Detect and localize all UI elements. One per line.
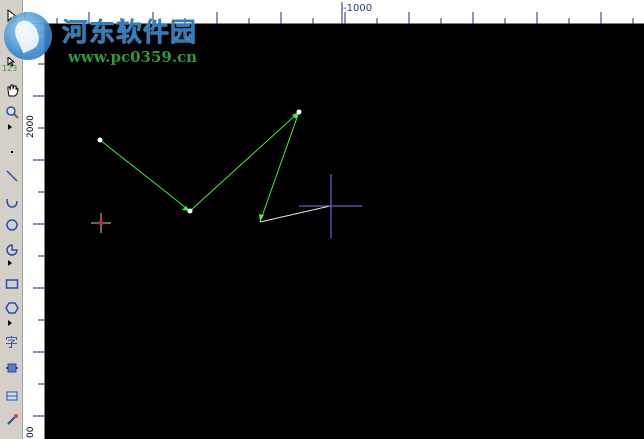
polyline-segment-1[interactable]: [99, 139, 191, 212]
polyline-arc-icon[interactable]: [2, 192, 21, 211]
text-icon[interactable]: 字: [2, 334, 21, 353]
vertex-2[interactable]: [187, 208, 193, 214]
cursor-crosshair-icon: [299, 174, 362, 238]
line-icon[interactable]: [2, 166, 21, 185]
vertical-ruler: 2000 00: [23, 24, 45, 439]
vertex-3[interactable]: [296, 109, 302, 115]
h-ruler-label: -1000: [343, 3, 373, 14]
component-block-icon[interactable]: [2, 358, 21, 377]
arc-pie-icon[interactable]: [2, 240, 21, 259]
select-arrow-icon[interactable]: [2, 6, 21, 25]
tool-palette: 123 字: [0, 0, 23, 439]
layers-icon[interactable]: [2, 386, 21, 405]
pan-hand-icon[interactable]: [2, 80, 21, 99]
circle-icon[interactable]: [2, 215, 21, 234]
polyline-segment-3[interactable]: [259, 111, 300, 223]
v-ruler-label-top: 2000: [26, 115, 36, 138]
polyline[interactable]: [99, 111, 300, 223]
polyline-segment-2[interactable]: [189, 111, 300, 212]
drawing-canvas[interactable]: [45, 24, 644, 439]
polygon-hexagon-icon[interactable]: [2, 298, 21, 317]
rectangle-icon[interactable]: [2, 274, 21, 293]
v-ruler-label-bottom: 00: [26, 426, 36, 438]
canvas-drawing: [91, 109, 362, 238]
rubber-band-line: [259, 205, 331, 223]
horizontal-ruler: -1000: [23, 0, 644, 24]
flyout-arrow-icon[interactable]: [8, 124, 12, 130]
flyout-arrow-icon[interactable]: [8, 320, 12, 326]
magic-wand-icon[interactable]: [2, 410, 21, 429]
vertex-markers: [97, 109, 302, 214]
origin-marker-icon: [91, 213, 111, 233]
flyout-arrow-icon[interactable]: [8, 260, 12, 266]
vertex-1[interactable]: [97, 137, 103, 143]
numbered-select-label: 123: [2, 64, 18, 73]
point-icon[interactable]: [2, 142, 21, 161]
zoom-magnifier-icon[interactable]: [2, 102, 21, 121]
